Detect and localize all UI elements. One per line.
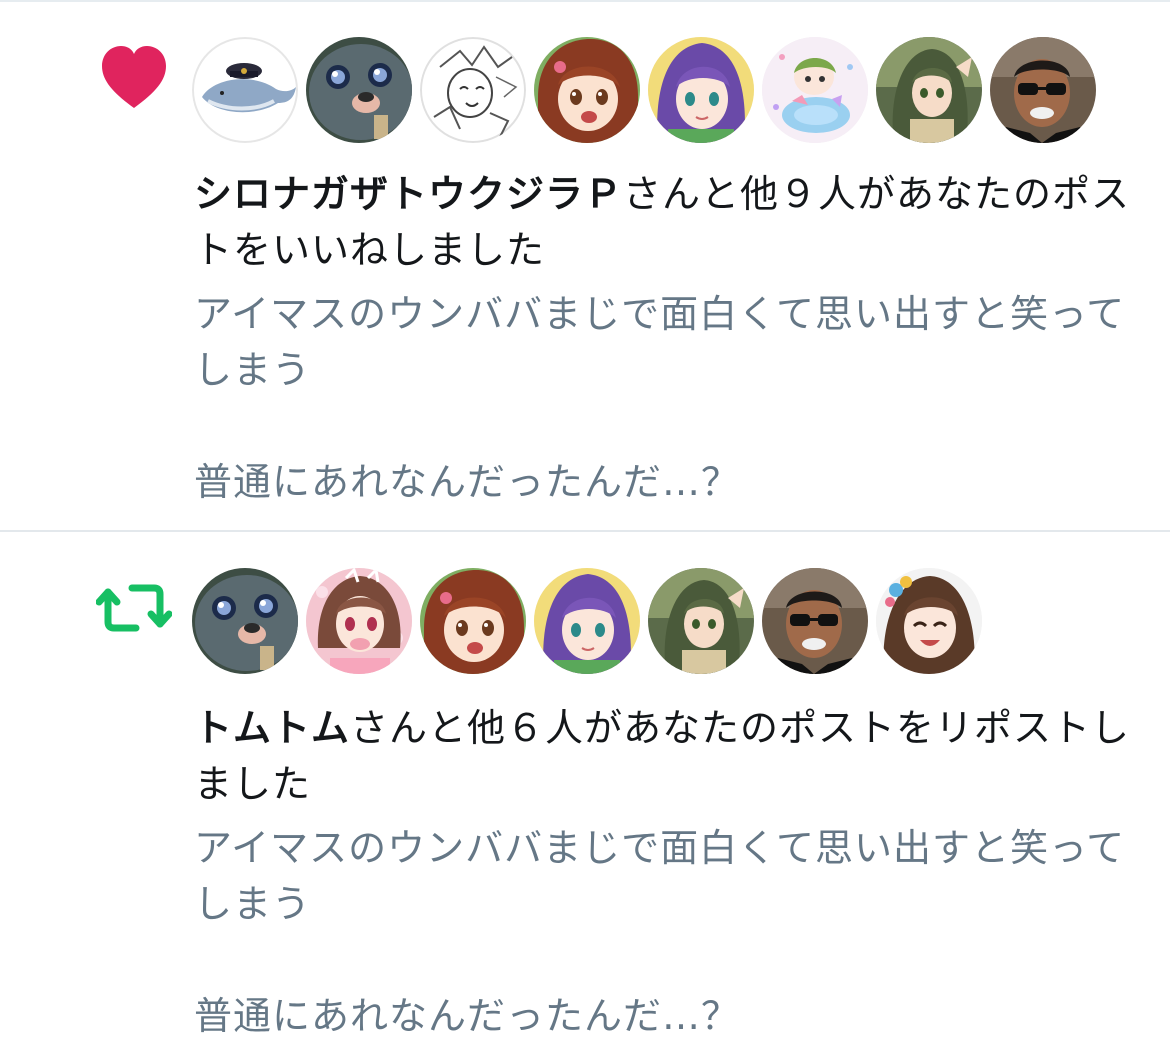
sunglasses-man-avatar[interactable] bbox=[990, 37, 1096, 143]
actor-name[interactable]: シロナガザトウクジラＰ bbox=[194, 172, 623, 216]
post-text-line: 普通にあれなんだったんだ…？ bbox=[194, 460, 741, 504]
green-hair-girl-avatar[interactable] bbox=[876, 37, 982, 143]
sketch-character-avatar[interactable] bbox=[420, 37, 526, 143]
post-excerpt[interactable]: アイマスのウンババまじで面白くて思い出すと笑ってしまう 普通にあれなんだったんだ… bbox=[194, 286, 1134, 510]
pink-kimono-girl-avatar[interactable] bbox=[306, 568, 412, 674]
post-text-line: 普通にあれなんだったんだ…？ bbox=[194, 994, 741, 1038]
notification-headline: トムトムさんと他６人があなたのポストをリポストしました bbox=[194, 700, 1134, 812]
brown-hair-girl-avatar[interactable] bbox=[534, 37, 640, 143]
actor-name[interactable]: トムトム bbox=[194, 706, 350, 750]
like-notification[interactable]: シロナガザトウクジラＰさんと他９人があなたのポストをいいねしました アイマスのウ… bbox=[0, 2, 1170, 532]
liker-avatars bbox=[192, 37, 1096, 143]
sunglasses-man-avatar[interactable] bbox=[762, 568, 868, 674]
retweet-notification[interactable]: トムトムさんと他６人があなたのポストをリポストしました アイマスのウンババまじで… bbox=[0, 534, 1170, 1062]
post-excerpt[interactable]: アイマスのウンババまじで面白くて思い出すと笑ってしまう 普通にあれなんだったんだ… bbox=[194, 820, 1134, 1044]
green-hair-girl-avatar[interactable] bbox=[648, 568, 754, 674]
notification-headline: シロナガザトウクジラＰさんと他９人があなたのポストをいいねしました bbox=[194, 166, 1134, 278]
whale-captain-avatar[interactable] bbox=[192, 37, 298, 143]
heart-icon bbox=[96, 40, 172, 116]
seal-avatar[interactable] bbox=[192, 568, 298, 674]
reposter-avatars bbox=[192, 568, 982, 674]
purple-hair-girl-avatar[interactable] bbox=[648, 37, 754, 143]
post-text-line: アイマスのウンババまじで面白くて思い出すと笑ってしまう bbox=[194, 292, 1126, 392]
brown-hair-girl-avatar[interactable] bbox=[420, 568, 526, 674]
seal-avatar[interactable] bbox=[306, 37, 412, 143]
retweet-icon bbox=[95, 570, 173, 646]
pastel-sticker-avatar[interactable] bbox=[762, 37, 868, 143]
purple-hair-girl-avatar[interactable] bbox=[534, 568, 640, 674]
post-text-line: アイマスのウンババまじで面白くて思い出すと笑ってしまう bbox=[194, 826, 1126, 926]
smiling-girl-avatar[interactable] bbox=[876, 568, 982, 674]
